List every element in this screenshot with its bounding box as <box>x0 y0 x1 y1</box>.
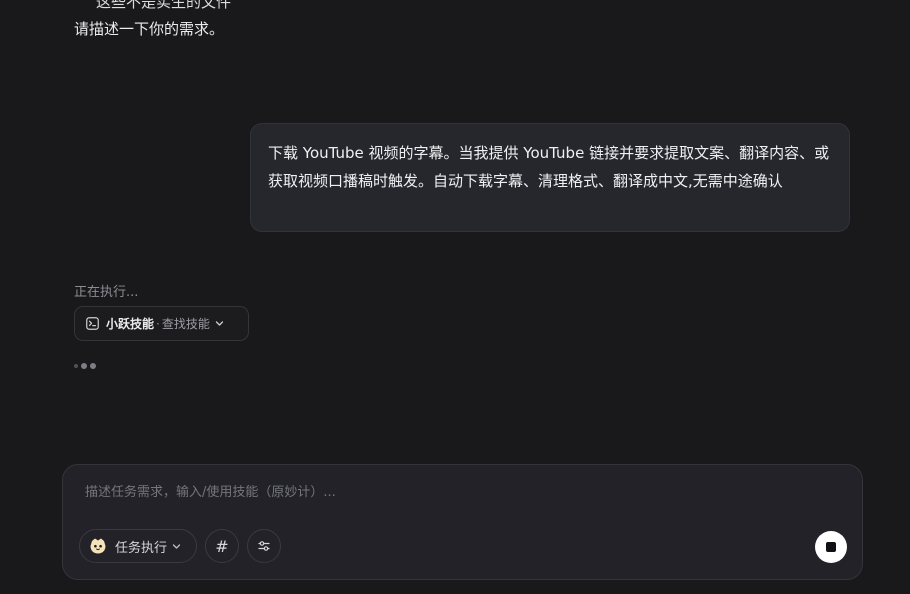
sliders-icon <box>257 539 271 553</box>
stop-icon <box>826 542 836 552</box>
chevron-down-icon <box>215 319 224 328</box>
hashtag-button[interactable]: # <box>205 529 239 563</box>
user-message-text: 下载 YouTube 视频的字幕。当我提供 YouTube 链接并要求提取文案、… <box>268 144 830 190</box>
typing-dot <box>81 363 87 369</box>
skill-separator: · <box>156 316 160 331</box>
skill-chip[interactable]: 小跃技能 · 查找技能 <box>74 306 249 341</box>
task-input[interactable] <box>85 485 785 500</box>
skill-action: 查找技能 <box>161 317 210 331</box>
typing-indicator <box>74 363 96 369</box>
task-mode-label: 任务执行 <box>115 540 168 556</box>
chat-page: 这些不是实生的文件 请描述一下你的需求。 下载 YouTube 视频的字幕。当我… <box>0 0 910 594</box>
mascot-icon <box>88 537 108 555</box>
task-mode-button[interactable]: 任务执行 <box>79 529 197 563</box>
clipped-message-line: 这些不是实生的文件 <box>96 0 232 11</box>
user-message-bubble: 下载 YouTube 视频的字幕。当我提供 YouTube 链接并要求提取文案、… <box>250 123 850 232</box>
composer: 任务执行 # <box>62 464 863 580</box>
stop-button[interactable] <box>815 531 847 563</box>
assistant-prompt: 请描述一下你的需求。 <box>74 20 225 38</box>
skill-name: 小跃技能 <box>106 317 155 331</box>
typing-dot <box>90 363 96 369</box>
hashtag-icon: # <box>215 536 229 556</box>
settings-button[interactable] <box>247 529 281 563</box>
chevron-down-icon <box>172 542 181 551</box>
execution-status: 正在执行... <box>74 285 139 300</box>
typing-dot <box>74 364 78 368</box>
terminal-icon <box>86 317 99 330</box>
